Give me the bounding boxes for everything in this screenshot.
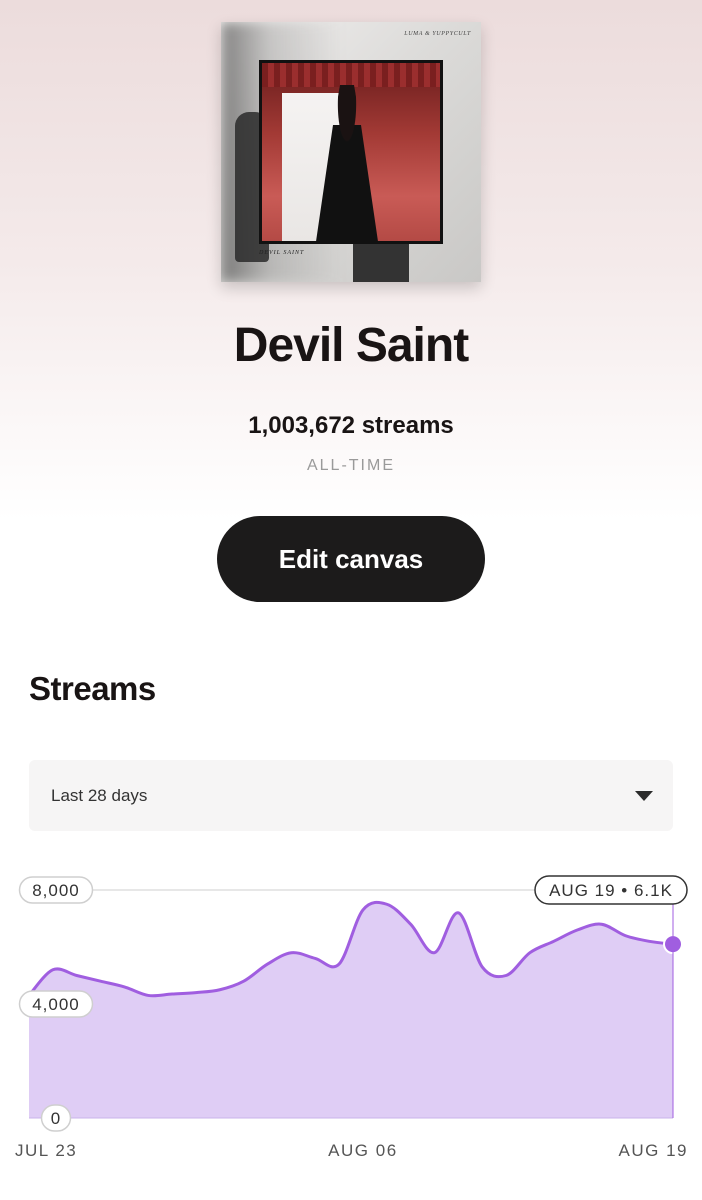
streams-chart: 8,000 4,000 0 AUG 19 • 6.1K JUL 23 AUG 06 AUG … [0, 860, 702, 1180]
song-title: Devil Saint [233, 319, 469, 372]
y-tick-label: 4,000 [32, 995, 80, 1014]
album-art-block [353, 244, 409, 282]
album-art-curtain [262, 63, 440, 87]
x-tick-label: JUL 23 [15, 1141, 77, 1160]
date-range-select[interactable]: Last 28 days [29, 760, 673, 831]
album-art: LUMA & YUPPYCULT DEVIL SAINT [221, 22, 481, 282]
tooltip-label: AUG 19 • 6.1K [549, 881, 673, 900]
x-tick-label: AUG 06 [328, 1141, 397, 1160]
date-range-selected: Last 28 days [51, 786, 148, 805]
streams-period-label: ALL-TIME [306, 457, 395, 474]
y-tick-label: 0 [51, 1109, 61, 1128]
streams-chart-svg: 8,000 4,000 0 AUG 19 • 6.1K JUL 23 AUG 06 AUG … [15, 875, 688, 1160]
edit-canvas-button[interactable]: Edit canvas [217, 516, 485, 602]
album-art-title-text: DEVIL SAINT [259, 250, 305, 256]
total-streams: 1,003,672 streams [248, 412, 454, 439]
streams-section-title: Streams [29, 670, 156, 707]
album-art-artist-text: LUMA & YUPPYCULT [404, 31, 471, 37]
y-tick-label: 8,000 [32, 881, 80, 900]
album-art-frame [259, 60, 443, 244]
chevron-down-icon [635, 791, 653, 801]
x-tick-label: AUG 19 [619, 1141, 688, 1160]
